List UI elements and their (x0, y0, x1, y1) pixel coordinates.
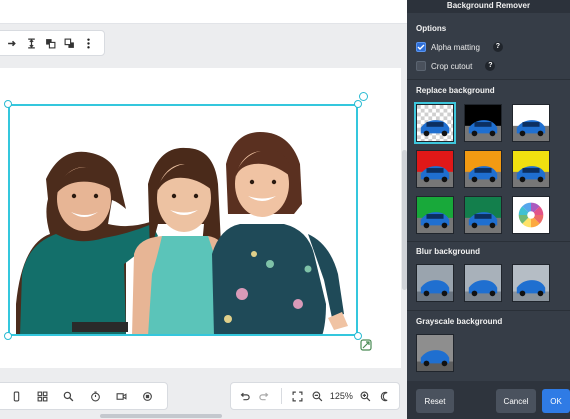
video-icon[interactable] (113, 388, 129, 404)
replace-swatch-transparent[interactable] (414, 102, 456, 144)
replace-background-heading: Replace background (416, 86, 495, 95)
flip-vertical-icon[interactable] (25, 36, 39, 50)
horizontal-scrollbar[interactable] (100, 414, 222, 418)
dark-mode-icon[interactable] (377, 388, 393, 404)
resize-handle-top-right[interactable] (354, 100, 362, 108)
options-heading: Options (416, 24, 447, 33)
more-options-icon[interactable] (82, 36, 96, 50)
crop-cutout-checkbox[interactable] (416, 61, 426, 71)
replace-swatch-yellow[interactable] (512, 150, 550, 188)
blur-background-heading: Blur background (416, 247, 481, 256)
replace-swatch-black[interactable] (464, 104, 502, 142)
zoom-in-icon[interactable] (357, 388, 373, 404)
top-strip (0, 0, 407, 24)
bring-forward-icon[interactable] (44, 36, 58, 50)
replace-swatch-orange[interactable] (464, 150, 502, 188)
grayscale-background-heading: Grayscale background (416, 317, 503, 326)
replace-swatch-color-picker[interactable] (512, 196, 550, 234)
alpha-matting-help-icon[interactable]: ? (492, 42, 503, 52)
reset-button[interactable]: Reset (416, 389, 454, 413)
alpha-matting-checkbox[interactable] (416, 42, 426, 52)
crop-cutout-help-icon[interactable]: ? (485, 61, 496, 71)
ok-button[interactable]: OK (542, 389, 570, 413)
rotate-handle-icon[interactable] (359, 92, 368, 101)
grayscale-option[interactable] (416, 334, 454, 372)
timer-icon[interactable] (87, 388, 103, 404)
toolbar-divider (280, 388, 282, 404)
move-handle-icon[interactable] (6, 36, 20, 50)
undo-icon[interactable] (237, 388, 253, 404)
replace-swatch-teal[interactable] (464, 196, 502, 234)
zoom-fit-icon[interactable] (140, 388, 156, 404)
section-divider (407, 310, 570, 311)
search-icon[interactable] (61, 388, 77, 404)
blur-option-3[interactable] (512, 264, 550, 302)
fullscreen-icon[interactable] (290, 388, 306, 404)
crop-cutout-option[interactable]: Crop cutout ? (416, 59, 496, 73)
zoom-toolbar: 125% (230, 382, 400, 410)
zoom-level: 125% (329, 391, 353, 401)
background-remover-panel: Background Remover Options Alpha matting… (407, 0, 570, 419)
layers-icon[interactable] (8, 388, 24, 404)
grid-icon[interactable] (34, 388, 50, 404)
scale-handle-icon[interactable] (360, 338, 372, 351)
send-backward-icon[interactable] (63, 36, 77, 50)
replace-swatch-white[interactable] (512, 104, 550, 142)
redo-icon[interactable] (257, 388, 273, 404)
panel-title: Background Remover (407, 0, 570, 13)
cancel-button[interactable]: Cancel (496, 389, 536, 413)
alpha-matting-label: Alpha matting (431, 42, 480, 52)
blur-option-2[interactable] (464, 264, 502, 302)
editor-area: 125% (0, 0, 407, 419)
section-divider (407, 241, 570, 242)
replace-swatch-red[interactable] (416, 150, 454, 188)
resize-handle-bottom-left[interactable] (4, 332, 12, 340)
crop-cutout-label: Crop cutout (431, 61, 473, 71)
zoom-out-icon[interactable] (310, 388, 326, 404)
section-divider (407, 79, 570, 80)
alpha-matting-option[interactable]: Alpha matting ? (416, 40, 503, 54)
layer-toolbar (0, 30, 105, 56)
bottom-tool-bar (0, 382, 168, 410)
cutout-photo[interactable] (8, 104, 358, 336)
replace-swatch-green[interactable] (416, 196, 454, 234)
blur-option-1[interactable] (416, 264, 454, 302)
resize-handle-top-left[interactable] (4, 100, 12, 108)
